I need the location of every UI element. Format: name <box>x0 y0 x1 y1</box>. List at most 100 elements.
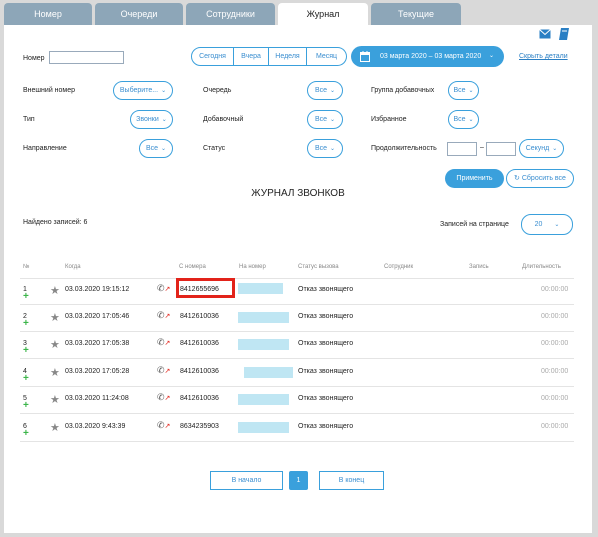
row-duration: 00:00:00 <box>541 313 569 320</box>
tab-queues[interactable]: Очереди <box>95 3 183 25</box>
chevron-down-icon: ⌄ <box>330 117 336 123</box>
tab-bar: Номер Очереди Сотрудники Журнал Текущие <box>0 0 598 26</box>
row-to-redacted <box>238 312 289 323</box>
row-to-redacted <box>244 367 293 378</box>
row-when: 03.03.2020 9:43:39 <box>65 423 126 430</box>
row-from[interactable]: 8412610036 <box>180 395 219 402</box>
row-from[interactable]: 8412610036 <box>180 368 219 375</box>
number-input[interactable] <box>49 51 124 64</box>
duration-unit-select[interactable]: Секунд ⌄ <box>519 139 564 158</box>
period-today-button[interactable]: Сегодня <box>191 47 234 66</box>
header-divider <box>20 278 574 279</box>
period-yesterday-button[interactable]: Вчера <box>234 47 269 66</box>
column-number-header: № <box>23 264 30 270</box>
extension-value: Все <box>314 116 328 123</box>
favorite-select[interactable]: Все ⌄ <box>448 110 479 129</box>
row-status: Отказ звонящего <box>298 286 354 293</box>
duration-to-input[interactable] <box>486 142 516 156</box>
row-duration: 00:00:00 <box>541 395 569 402</box>
favorite-label: Избранное <box>371 116 407 123</box>
column-duration-header: Длительность <box>522 264 561 270</box>
status-value: Все <box>314 145 328 152</box>
hide-details-link[interactable]: Скрыть детали <box>519 53 568 60</box>
phone-missed-icon: ✆↗ <box>157 337 171 347</box>
tab-number[interactable]: Номер <box>4 3 92 25</box>
type-select[interactable]: Звонки ⌄ <box>130 110 173 129</box>
per-page-label: Записей на странице <box>440 221 509 228</box>
chevron-down-icon: ⌄ <box>161 146 167 152</box>
row-from[interactable]: 8634235903 <box>180 423 219 430</box>
direction-select[interactable]: Все ⌄ <box>139 139 173 158</box>
records-found: Найдено записей: 6 <box>23 219 88 226</box>
tab-current[interactable]: Текущие <box>371 3 461 25</box>
row-duration: 00:00:00 <box>541 368 569 375</box>
plus-icon[interactable]: + <box>23 400 29 411</box>
reset-all-button[interactable]: ↻ Сбросить все <box>506 169 574 188</box>
queue-select[interactable]: Все ⌄ <box>307 81 343 100</box>
row-from[interactable]: 8412610036 <box>180 313 219 320</box>
tab-journal[interactable]: Журнал <box>278 3 368 25</box>
book-icon[interactable] <box>559 28 569 40</box>
type-value: Звонки <box>136 116 159 123</box>
row-duration: 00:00:00 <box>541 286 569 293</box>
column-when-header: Когда <box>65 264 81 270</box>
star-icon[interactable]: ★ <box>50 421 60 434</box>
queue-label: Очередь <box>203 87 232 94</box>
extension-select[interactable]: Все ⌄ <box>307 110 343 129</box>
date-range-picker[interactable]: 03 марта 2020 – 03 марта 2020 ⌄ <box>351 46 504 67</box>
row-duration: 00:00:00 <box>541 423 569 430</box>
current-page-button[interactable]: 1 <box>289 471 308 490</box>
last-page-button[interactable]: В конец <box>319 471 384 490</box>
column-status-header: Статус вызова <box>298 264 339 270</box>
row-to-redacted <box>238 394 289 405</box>
number-label: Номер <box>23 55 45 62</box>
row-status: Отказ звонящего <box>298 368 354 375</box>
status-label: Статус <box>203 145 226 152</box>
row-to-redacted <box>238 339 289 350</box>
star-icon[interactable]: ★ <box>50 338 60 351</box>
column-to-header: На номер <box>239 264 266 270</box>
mail-icon[interactable] <box>539 29 551 39</box>
column-employee-header: Сотрудник <box>384 264 414 270</box>
star-icon[interactable]: ★ <box>50 284 60 297</box>
chevron-down-icon: ⌄ <box>330 146 336 152</box>
refresh-icon: ↻ <box>514 175 522 182</box>
plus-icon[interactable]: + <box>23 345 29 356</box>
first-page-button[interactable]: В начало <box>210 471 283 490</box>
calendar-icon <box>360 51 370 62</box>
star-icon[interactable]: ★ <box>50 311 60 324</box>
direction-value: Все <box>145 145 159 152</box>
star-icon[interactable]: ★ <box>50 366 60 379</box>
star-icon[interactable]: ★ <box>50 393 60 406</box>
plus-icon[interactable]: + <box>23 428 29 439</box>
per-page-value: 20 <box>534 221 543 228</box>
period-month-button[interactable]: Месяц <box>307 47 347 66</box>
plus-icon[interactable]: + <box>23 373 29 384</box>
per-page-select[interactable]: 20 ⌄ <box>521 214 573 235</box>
chevron-down-icon: ⌄ <box>489 53 495 59</box>
phone-missed-icon: ✆↗ <box>157 420 171 430</box>
journal-title: ЖУРНАЛ ЗВОНКОВ <box>251 188 345 199</box>
apply-button[interactable]: Применить <box>445 169 504 188</box>
phone-missed-icon: ✆↗ <box>157 283 171 293</box>
ext-number-select[interactable]: Выберите... ⌄ <box>113 81 173 100</box>
plus-icon[interactable]: + <box>23 291 29 302</box>
duration-from-input[interactable] <box>447 142 477 156</box>
group-select[interactable]: Все ⌄ <box>448 81 479 100</box>
plus-icon[interactable]: + <box>23 318 29 329</box>
row-duration: 00:00:00 <box>541 340 569 347</box>
chevron-down-icon: ⌄ <box>552 146 558 152</box>
status-select[interactable]: Все ⌄ <box>307 139 343 158</box>
direction-label: Направление <box>23 145 67 152</box>
phone-missed-icon: ✆↗ <box>157 310 171 320</box>
period-week-button[interactable]: Неделя <box>269 47 307 66</box>
row-from[interactable]: 8412610036 <box>180 340 219 347</box>
chevron-down-icon: ⌄ <box>161 117 167 123</box>
duration-unit-value: Секунд <box>525 145 550 152</box>
extension-label: Добавочный <box>203 116 244 123</box>
date-range-text: 03 марта 2020 – 03 марта 2020 <box>380 53 482 60</box>
row-status: Отказ звонящего <box>298 395 354 402</box>
tab-employees[interactable]: Сотрудники <box>186 3 275 25</box>
phone-missed-icon: ✆↗ <box>157 365 171 375</box>
queue-value: Все <box>314 87 328 94</box>
